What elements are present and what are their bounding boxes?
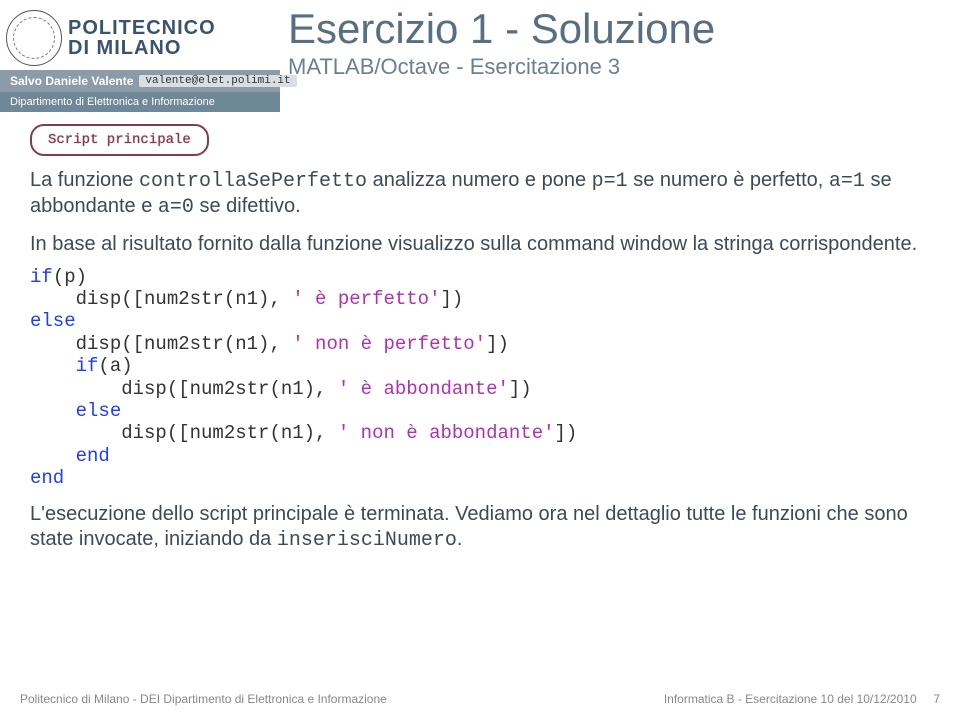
paragraph-1: La funzione controllaSePerfetto analizza… bbox=[30, 168, 930, 220]
page-subtitle: MATLAB/Octave - Esercitazione 3 bbox=[288, 54, 715, 80]
footer-left: Politecnico di Milano - DEI Dipartimento… bbox=[20, 692, 387, 706]
page-number: 7 bbox=[933, 692, 940, 706]
page-title: Esercizio 1 - Soluzione bbox=[288, 6, 715, 52]
logo-text-bottom: DI MILANO bbox=[68, 38, 216, 58]
paragraph-3: L'esecuzione dello script principale è t… bbox=[30, 502, 930, 553]
footer-right: Informatica B - Esercitazione 10 del 10/… bbox=[664, 692, 917, 706]
slide-content: Script principale La funzione controllaS… bbox=[0, 112, 960, 553]
code-block: if(p) disp([num2str(n1), ' è perfetto'])… bbox=[30, 266, 930, 490]
author-bar: Salvo Daniele Valente valente@elet.polim… bbox=[0, 70, 280, 92]
department-bar: Dipartimento di Elettronica e Informazio… bbox=[0, 92, 280, 112]
header-left-column: POLITECNICO DI MILANO Salvo Daniele Vale… bbox=[0, 0, 280, 112]
slide-header: POLITECNICO DI MILANO Salvo Daniele Vale… bbox=[0, 0, 960, 112]
author-name: Salvo Daniele Valente bbox=[10, 74, 133, 88]
paragraph-2: In base al risultato fornito dalla funzi… bbox=[30, 232, 930, 257]
logo-text-top: POLITECNICO bbox=[68, 18, 216, 38]
script-label-box: Script principale bbox=[30, 124, 209, 156]
slide-footer: Politecnico di Milano - DEI Dipartimento… bbox=[20, 692, 940, 706]
seal-icon bbox=[6, 10, 62, 66]
author-email: valente@elet.polimi.it bbox=[139, 75, 296, 87]
university-logo: POLITECNICO DI MILANO bbox=[0, 0, 280, 70]
